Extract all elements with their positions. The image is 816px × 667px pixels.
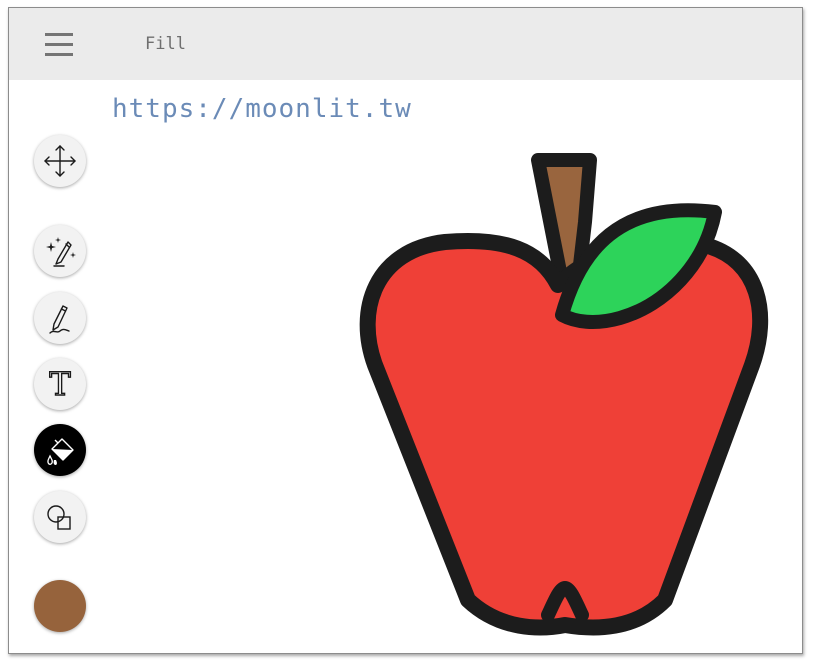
menu-icon-bar [45,53,73,56]
apple-drawing [359,153,769,636]
pencil-icon [49,305,70,334]
move-tool-button[interactable] [34,135,86,187]
text-icon: T [49,365,72,403]
magic-pencil-icon [46,237,76,267]
move-arrows-icon [44,145,76,177]
paint-bucket-icon [47,438,74,465]
fill-tool-button[interactable] [34,424,86,476]
menu-icon-bar [45,43,73,46]
hamburger-menu-button[interactable] [39,28,79,60]
text-tool-button[interactable]: T [34,358,86,410]
app-bar: Fill [9,8,802,80]
shapes-icon [47,505,71,530]
draw-tool-button[interactable] [34,292,86,344]
menu-icon-bar [45,33,73,36]
page-title: Fill [145,34,186,54]
shapes-tool-button[interactable] [34,491,86,543]
magic-draw-tool-button[interactable] [34,225,86,277]
color-swatch-button[interactable] [34,580,86,632]
